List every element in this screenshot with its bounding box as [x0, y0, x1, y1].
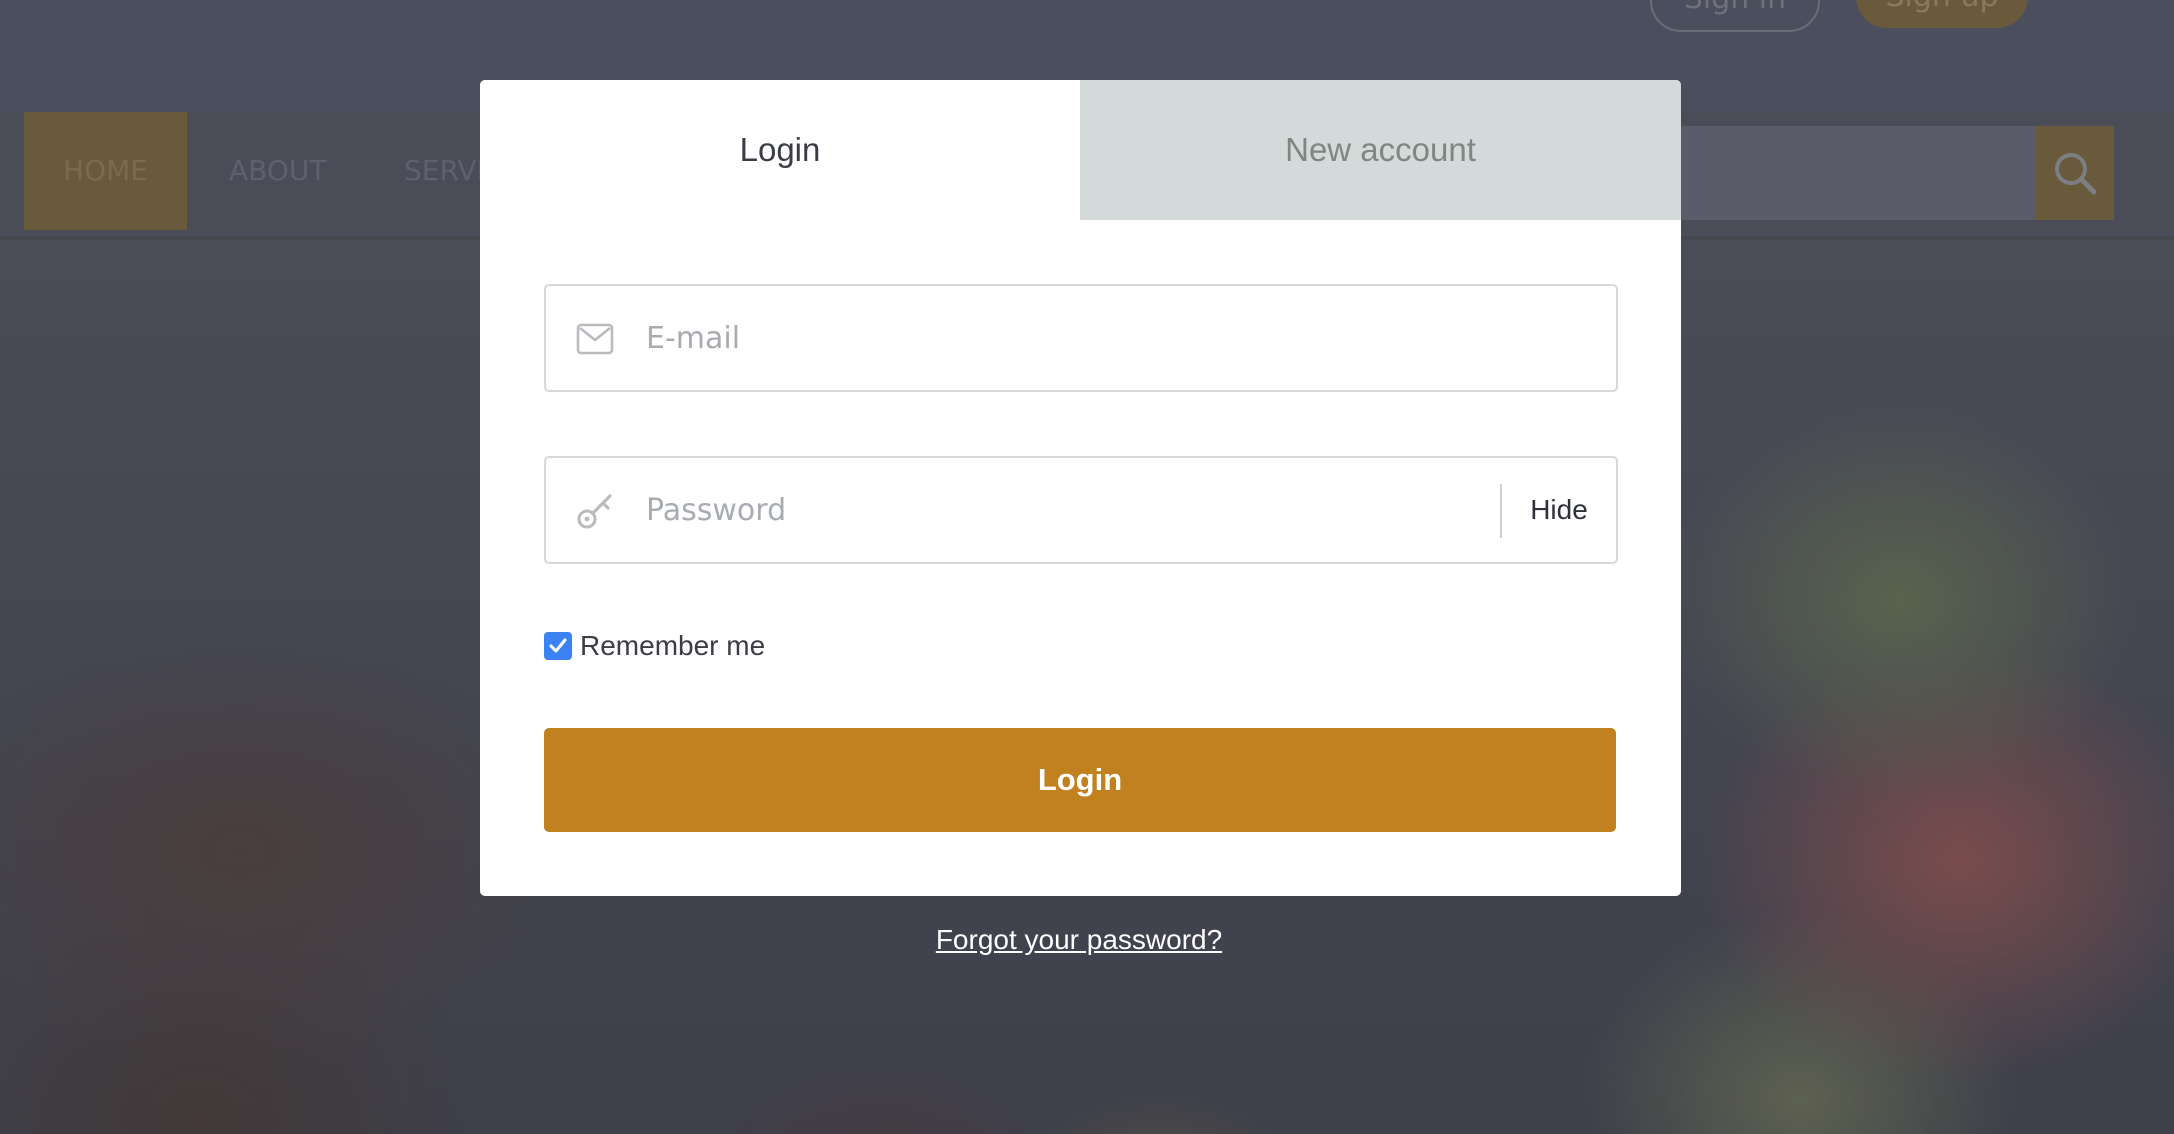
remember-me-label[interactable]: Remember me [580, 630, 765, 662]
nav-item-about[interactable]: ABOUT [229, 112, 327, 230]
nav-search-input[interactable] [1680, 126, 2036, 220]
login-modal: Login New account Hide Remember me Login [480, 80, 1681, 896]
password-input[interactable] [646, 458, 1486, 562]
nav-search-button[interactable] [2036, 126, 2114, 220]
tab-new-account[interactable]: New account [1080, 80, 1681, 220]
checkmark-icon [549, 638, 567, 653]
password-field: Hide [544, 456, 1618, 564]
forgot-password-link[interactable]: Forgot your password? [0, 924, 2158, 956]
email-field [544, 284, 1618, 392]
remember-me-checkbox[interactable] [544, 632, 572, 660]
nav-item-services[interactable]: SERVI [404, 112, 485, 230]
sign-in-button[interactable]: Sign in [1650, 0, 1820, 32]
key-icon [577, 494, 612, 529]
email-input[interactable] [646, 286, 1586, 390]
envelope-icon [576, 323, 614, 355]
sign-up-button[interactable]: Sign up [1856, 0, 2028, 28]
hide-password-button[interactable]: Hide [1502, 458, 1616, 562]
login-button[interactable]: Login [544, 728, 1616, 832]
search-icon [2055, 153, 2097, 195]
tab-login[interactable]: Login [480, 80, 1080, 220]
nav-item-home[interactable]: HOME [24, 112, 187, 230]
forgot-password-label[interactable]: Forgot your password? [936, 924, 1222, 955]
modal-tabs: Login New account [480, 80, 1681, 220]
